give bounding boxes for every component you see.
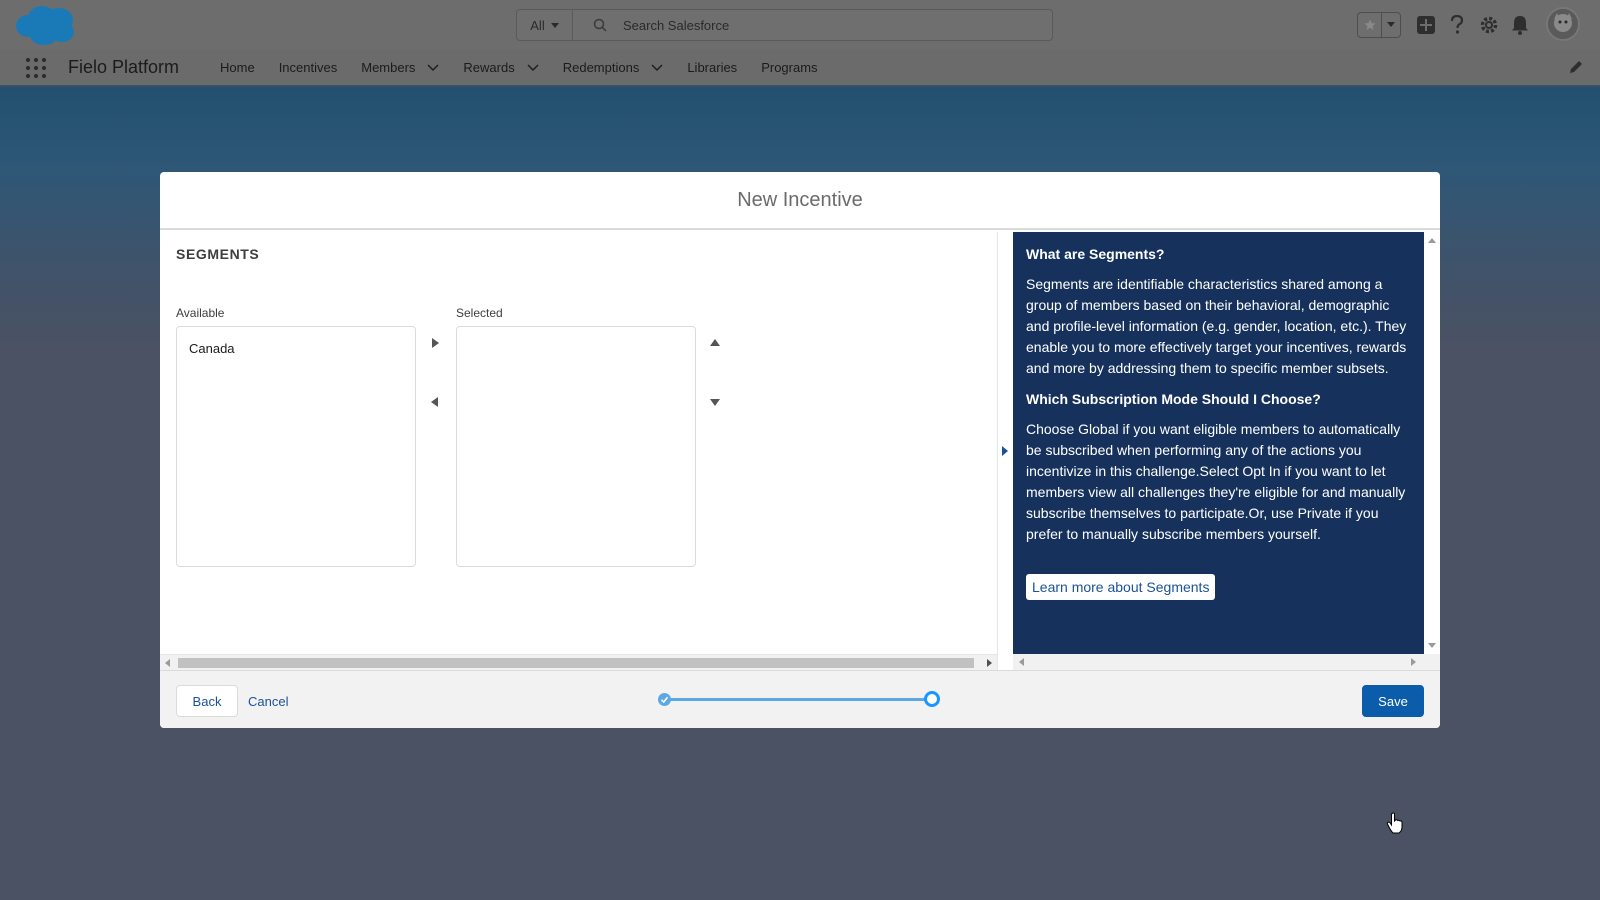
- checkmark-icon: [660, 696, 669, 704]
- modal-footer: Back Cancel Save: [160, 670, 1440, 728]
- horizontal-scrollbar[interactable]: [160, 654, 997, 670]
- move-left-button[interactable]: [427, 394, 443, 410]
- nav-item-programs[interactable]: Programs: [761, 60, 817, 75]
- pencil-edit-icon[interactable]: [1568, 59, 1584, 75]
- help-vertical-scrollbar[interactable]: [1424, 232, 1440, 654]
- move-up-button[interactable]: [707, 335, 723, 351]
- global-actions-plus-icon[interactable]: [1414, 13, 1438, 37]
- section-title: SEGMENTS: [176, 246, 260, 262]
- nav-items: Home Incentives Members Rewards Redempti…: [220, 49, 842, 85]
- arrow-left-icon: [431, 397, 438, 407]
- scroll-left-icon[interactable]: [165, 659, 170, 667]
- nav-item-home[interactable]: Home: [220, 60, 255, 75]
- scroll-right-icon[interactable]: [987, 659, 992, 667]
- modal-header: New Incentive: [160, 172, 1440, 230]
- app-name: Fielo Platform: [68, 57, 180, 77]
- cancel-button[interactable]: Cancel: [248, 685, 288, 717]
- app-launcher-icon[interactable]: [26, 58, 46, 78]
- nav-item-label: Home: [220, 59, 255, 75]
- favorites-dropdown[interactable]: [1382, 13, 1400, 37]
- nav-item-label: Redemptions: [562, 59, 640, 75]
- hand-cursor-icon: [1386, 812, 1403, 834]
- progress-step-1[interactable]: [658, 693, 671, 706]
- favorites-button[interactable]: [1357, 12, 1401, 38]
- gear-icon[interactable]: [1477, 13, 1501, 37]
- search-input[interactable]: Search Salesforce: [623, 18, 729, 33]
- help-body-subscription: Choose Global if you want eligible membe…: [1026, 421, 1406, 542]
- new-incentive-modal: New Incentive SEGMENTS Available Canada …: [160, 172, 1440, 728]
- help-panel: What are Segments? Segments are identifi…: [1013, 232, 1424, 654]
- salesforce-logo-icon[interactable]: [14, 4, 76, 46]
- scroll-right-icon[interactable]: [1411, 658, 1416, 666]
- help-body-segments: Segments are identifiable characteristic…: [1026, 276, 1407, 376]
- caret-down-icon: [550, 22, 559, 28]
- chevron-down-icon[interactable]: [527, 61, 539, 73]
- available-label: Available: [176, 306, 225, 320]
- search-scope-label: All: [530, 17, 545, 33]
- nav-item-redemptions[interactable]: Redemptions: [563, 60, 664, 75]
- move-down-button[interactable]: [707, 394, 723, 410]
- nav-item-label: Programs: [761, 59, 818, 75]
- arrow-right-icon: [432, 338, 439, 348]
- modal-title: New Incentive: [737, 188, 863, 211]
- back-button[interactable]: Back: [176, 685, 238, 717]
- help-heading-subscription: Which Subscription Mode Should I Choose?: [1026, 391, 1321, 407]
- nav-item-label: Libraries: [687, 59, 738, 75]
- listbox-option-canada[interactable]: Canada: [177, 327, 415, 356]
- nav-item-libraries[interactable]: Libraries: [687, 60, 737, 75]
- astro-avatar-icon: [1548, 9, 1578, 39]
- help-icon[interactable]: [1445, 13, 1469, 37]
- collapse-help-icon[interactable]: [1002, 446, 1008, 456]
- progress-track: [666, 698, 932, 701]
- user-avatar[interactable]: [1546, 7, 1580, 41]
- chevron-down-icon[interactable]: [427, 61, 439, 73]
- notification-bell-icon[interactable]: [1508, 13, 1532, 37]
- search-icon: [593, 18, 607, 32]
- nav-item-incentives[interactable]: Incentives: [279, 60, 338, 75]
- nav-item-label: Rewards: [463, 59, 515, 75]
- chevron-down-icon[interactable]: [651, 61, 663, 73]
- nav-item-label: Incentives: [278, 59, 338, 75]
- progress-indicator: [658, 689, 940, 709]
- help-heading-segments: What are Segments?: [1026, 246, 1165, 262]
- scrollbar-thumb[interactable]: [178, 658, 974, 668]
- learn-more-link[interactable]: Learn more about Segments: [1026, 574, 1216, 600]
- move-right-button[interactable]: [427, 335, 443, 351]
- help-horizontal-scrollbar[interactable]: [1013, 654, 1440, 670]
- arrow-down-icon: [710, 399, 720, 406]
- progress-step-2[interactable]: [924, 691, 940, 707]
- star-icon[interactable]: [1358, 13, 1382, 37]
- app-navigation-bar: Fielo Platform Home Incentives Members R…: [0, 49, 1600, 87]
- nav-item-label: Members: [361, 59, 416, 75]
- selected-listbox[interactable]: [456, 326, 696, 567]
- help-toggle-column: [997, 232, 1012, 670]
- nav-item-members[interactable]: Members: [361, 60, 439, 75]
- selected-label: Selected: [456, 306, 503, 320]
- search-scope-dropdown[interactable]: All: [517, 10, 573, 40]
- global-header: All Search Salesforce: [0, 0, 1600, 49]
- global-search[interactable]: All Search Salesforce: [516, 9, 1053, 41]
- save-button[interactable]: Save: [1362, 685, 1424, 717]
- segments-pane: SEGMENTS Available Canada Selected: [160, 232, 997, 670]
- scroll-left-icon[interactable]: [1019, 658, 1024, 666]
- caret-down-icon: [1387, 22, 1395, 27]
- available-listbox[interactable]: Canada: [176, 326, 416, 567]
- scroll-down-icon[interactable]: [1428, 643, 1436, 648]
- arrow-up-icon: [710, 339, 720, 346]
- scroll-up-icon[interactable]: [1428, 238, 1436, 243]
- nav-item-rewards[interactable]: Rewards: [463, 59, 539, 75]
